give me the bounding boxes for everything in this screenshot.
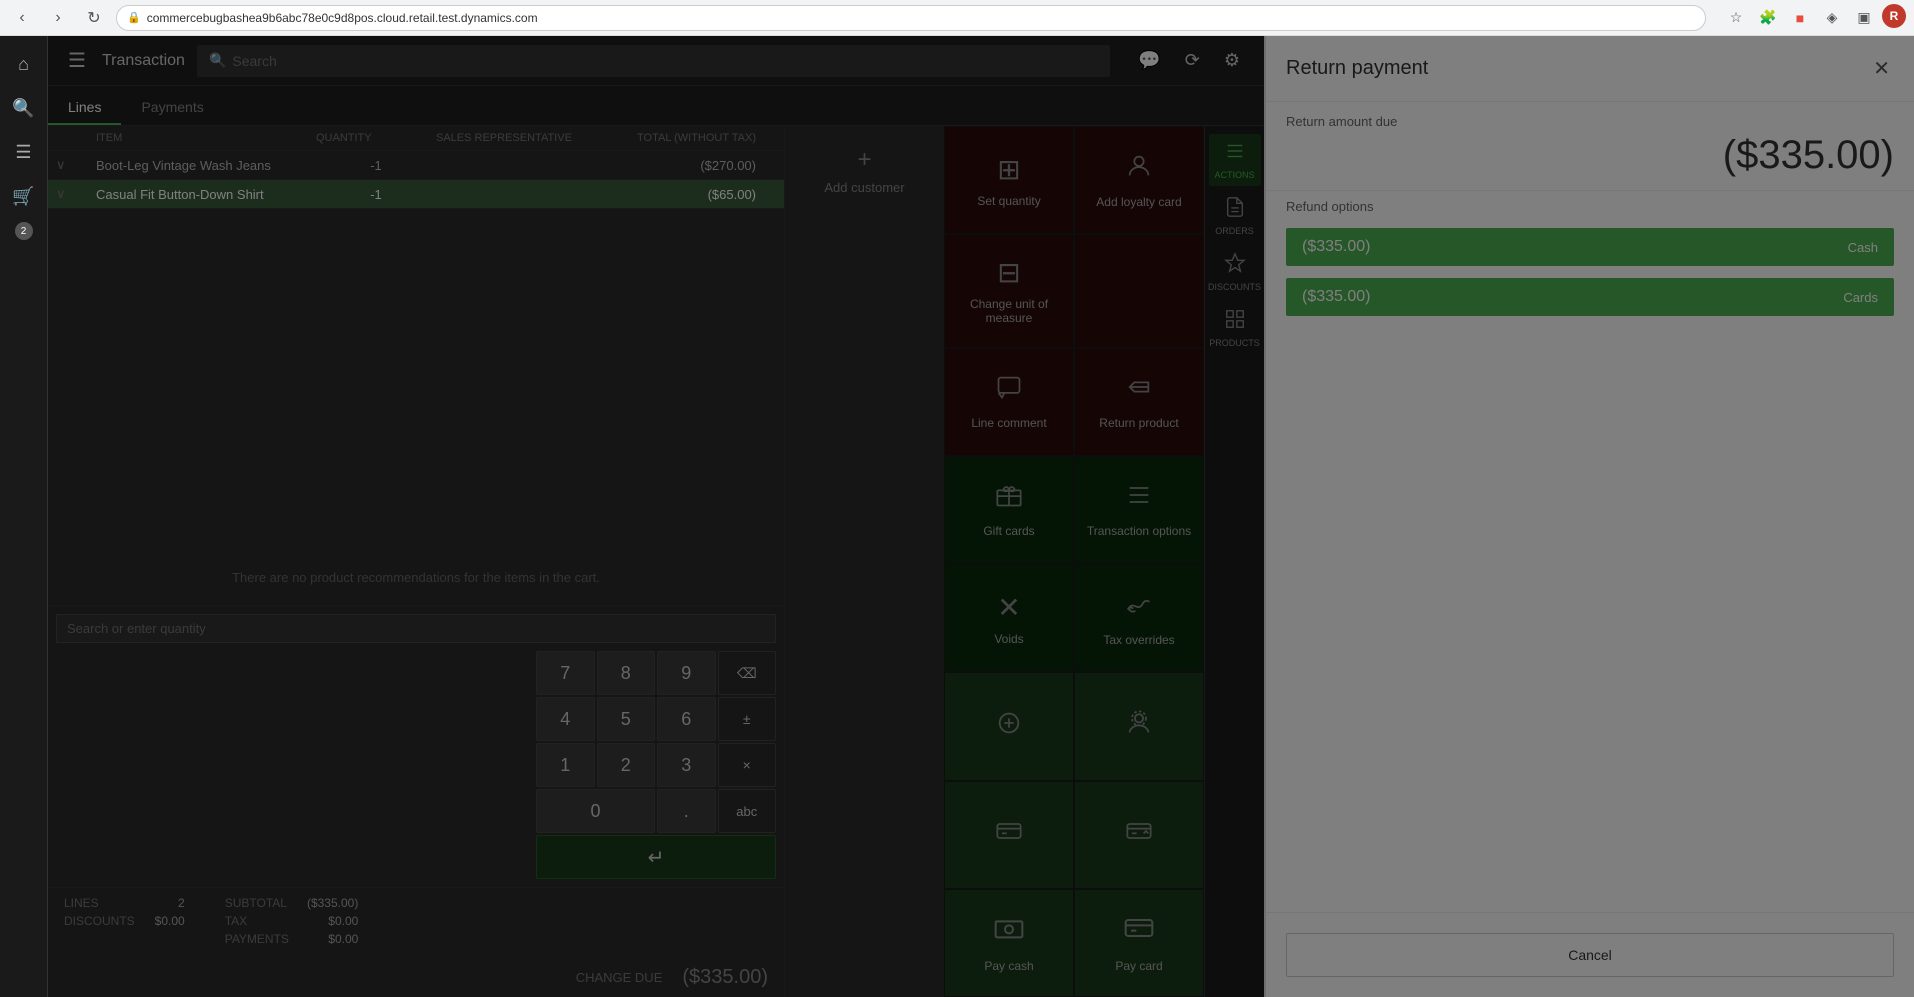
extensions-icon[interactable]: 🧩: [1754, 4, 1782, 32]
url-text: commercebugbashea9b6abc78e0c9d8pos.cloud…: [147, 11, 538, 25]
star-icon[interactable]: ☆: [1722, 4, 1750, 32]
sidebar-menu[interactable]: ☰: [4, 132, 44, 172]
lock-icon: 🔒: [127, 11, 141, 24]
sidebar-cart[interactable]: 🛒: [4, 176, 44, 216]
refresh-button[interactable]: ↻: [80, 4, 108, 32]
sidebar: ⌂ 🔍 ☰ 🛒 2: [0, 36, 48, 997]
sidebar-badge: 2: [15, 222, 33, 240]
browser-actions: ☆ 🧩 ■ ◈ ▣ R: [1722, 4, 1906, 32]
address-bar[interactable]: 🔒 commercebugbashea9b6abc78e0c9d8pos.clo…: [116, 5, 1706, 31]
browser-chrome: ‹ › ↻ 🔒 commercebugbashea9b6abc78e0c9d8p…: [0, 0, 1914, 36]
forward-button[interactable]: ›: [44, 4, 72, 32]
screenshot-icon[interactable]: ▣: [1850, 4, 1878, 32]
sidebar-home[interactable]: ⌂: [4, 44, 44, 84]
ms-icon[interactable]: ■: [1786, 4, 1814, 32]
back-button[interactable]: ‹: [8, 4, 36, 32]
overlay: [0, 36, 1914, 997]
sidebar-search[interactable]: 🔍: [4, 88, 44, 128]
edge-icon[interactable]: ◈: [1818, 4, 1846, 32]
profile-avatar[interactable]: R: [1882, 4, 1906, 28]
app-container: ⌂ 🔍 ☰ 🛒 2 ☰ Transaction 🔍 💬 ⟳ ⚙ Lines Pa…: [0, 36, 1914, 997]
